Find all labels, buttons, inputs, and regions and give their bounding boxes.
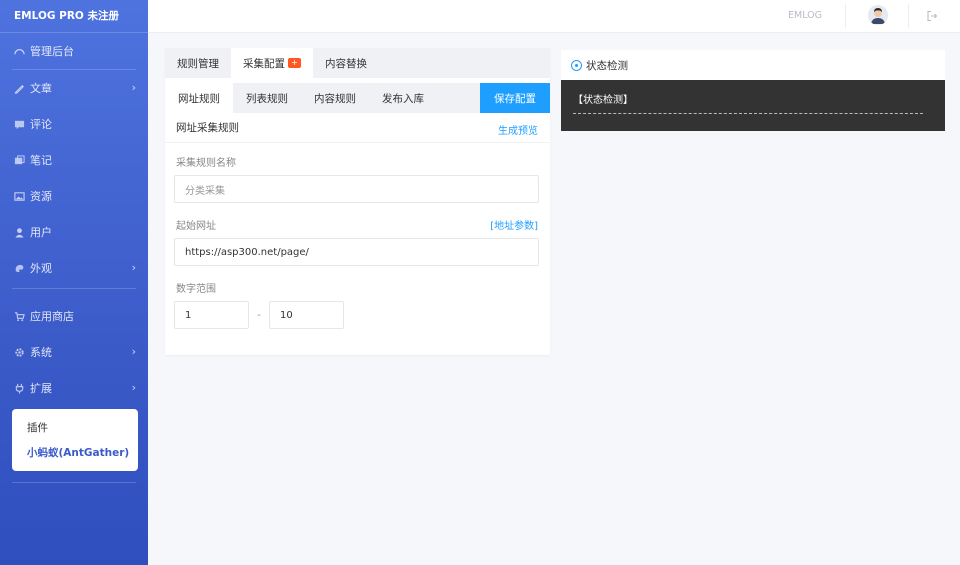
range-from-input[interactable]: 1 xyxy=(174,301,249,329)
sidebar-item-article[interactable]: 文章 › xyxy=(0,70,148,106)
new-badge: + xyxy=(288,58,301,68)
sidebar-item-label: 用户 xyxy=(30,226,52,239)
chevron-right-icon: › xyxy=(131,81,136,94)
sidebar: EMLOG PRO 未注册 管理后台 文章 › 评论 笔记 资源 用户 外观 ›… xyxy=(0,0,148,565)
avatar-icon[interactable] xyxy=(868,5,888,25)
sidebar-item-label: 评论 xyxy=(30,118,52,131)
tab-collect-config[interactable]: 采集配置 + xyxy=(231,48,313,78)
tab-list-rules[interactable]: 列表规则 xyxy=(233,83,301,113)
status-console: 【状态检测】 xyxy=(561,80,945,131)
sidebar-item-dashboard[interactable]: 管理后台 xyxy=(0,33,148,69)
url-param-link[interactable]: [地址参数] xyxy=(490,217,538,232)
cart-icon xyxy=(13,310,25,322)
chevron-right-icon: › xyxy=(131,345,136,358)
sidebar-item-note[interactable]: 笔记 xyxy=(0,142,148,178)
tab-label: 内容规则 xyxy=(314,92,356,105)
number-range-label: 数字范围 xyxy=(165,280,550,295)
card-header: 网址采集规则 生成预览 xyxy=(165,113,550,143)
logout-icon[interactable] xyxy=(926,10,938,22)
tab-content-rules[interactable]: 内容规则 xyxy=(301,83,369,113)
status-console-text: 【状态检测】 xyxy=(573,95,633,106)
sidebar-item-label: 外观 xyxy=(30,262,52,275)
sidebar-item-appearance[interactable]: 外观 › xyxy=(0,250,148,286)
start-url-input[interactable]: https://asp300.net/page/ xyxy=(174,238,539,266)
sidebar-item-store[interactable]: 应用商店 xyxy=(0,298,148,334)
gear-icon xyxy=(13,346,25,358)
dashboard-icon xyxy=(13,45,25,57)
number-range-row: 1 - 10 xyxy=(174,301,550,329)
console-divider xyxy=(573,113,923,114)
label-text: 采集规则名称 xyxy=(176,158,236,169)
sidebar-item-label: 系统 xyxy=(30,346,52,359)
sidebar-item-label: 资源 xyxy=(30,190,52,203)
palette-icon xyxy=(13,262,25,274)
card-title: 网址采集规则 xyxy=(176,122,239,134)
plug-icon xyxy=(13,382,25,394)
label-text: 数字范围 xyxy=(176,284,216,295)
sidebar-item-label: 文章 xyxy=(30,82,52,95)
generate-preview-link[interactable]: 生成预览 xyxy=(498,122,538,137)
tab-rule-management[interactable]: 规则管理 xyxy=(165,48,231,78)
range-separator: - xyxy=(257,309,261,321)
rule-name-input[interactable]: 分类采集 xyxy=(174,175,539,203)
sidebar-item-extension[interactable]: 扩展 › xyxy=(0,370,148,406)
sidebar-item-label: 应用商店 xyxy=(30,310,74,323)
chevron-right-icon: › xyxy=(131,261,136,274)
sidebar-divider xyxy=(12,288,136,289)
chevron-right-icon: › xyxy=(131,381,136,394)
topbar: EMLOG xyxy=(148,0,960,33)
submenu-item-plugins[interactable]: 插件 xyxy=(27,419,138,445)
tab-label: 规则管理 xyxy=(177,57,219,70)
tab-label: 网址规则 xyxy=(178,92,220,105)
start-url-label: 起始网址 [地址参数] xyxy=(165,217,550,232)
sidebar-item-label: 管理后台 xyxy=(30,45,74,58)
status-panel: 状态检测 【状态检测】 xyxy=(561,50,945,131)
topbar-divider xyxy=(845,4,846,28)
sidebar-item-label: 笔记 xyxy=(30,154,52,167)
tab-label: 发布入库 xyxy=(382,92,424,105)
sidebar-item-comment[interactable]: 评论 xyxy=(0,106,148,142)
target-icon xyxy=(571,59,582,71)
submenu-item-antgather[interactable]: 小蚂蚁(AntGather) xyxy=(27,445,138,460)
extension-submenu: 插件 小蚂蚁(AntGather) xyxy=(12,409,138,471)
pen-icon xyxy=(13,82,25,94)
tab-publish[interactable]: 发布入库 xyxy=(369,83,437,113)
topbar-divider xyxy=(908,4,909,28)
note-icon xyxy=(13,154,25,166)
range-to-input[interactable]: 10 xyxy=(269,301,344,329)
tab-label: 列表规则 xyxy=(246,92,288,105)
sidebar-item-label: 扩展 xyxy=(30,382,52,395)
sidebar-item-system[interactable]: 系统 › xyxy=(0,334,148,370)
status-header: 状态检测 xyxy=(561,50,945,80)
emlog-link[interactable]: EMLOG xyxy=(788,10,822,21)
config-panel: 规则管理 采集配置 + 内容替换 网址规则 列表规则 内容规则 发布入库 保存配置… xyxy=(165,48,550,355)
image-icon xyxy=(13,190,25,202)
main-tabs: 规则管理 采集配置 + 内容替换 xyxy=(165,48,550,78)
rule-name-label: 采集规则名称 xyxy=(165,154,550,169)
tab-label: 内容替换 xyxy=(325,57,367,70)
sidebar-item-user[interactable]: 用户 xyxy=(0,214,148,250)
status-title: 状态检测 xyxy=(586,59,628,72)
sidebar-item-resource[interactable]: 资源 xyxy=(0,178,148,214)
tab-url-rules[interactable]: 网址规则 xyxy=(165,83,233,113)
user-icon xyxy=(13,226,25,238)
label-text: 起始网址 xyxy=(176,221,216,232)
tab-content-replace[interactable]: 内容替换 xyxy=(313,48,379,78)
sidebar-divider xyxy=(12,482,136,483)
save-config-button[interactable]: 保存配置 xyxy=(480,83,550,113)
sub-tabs: 网址规则 列表规则 内容规则 发布入库 保存配置 xyxy=(165,83,550,113)
comment-icon xyxy=(13,118,25,130)
brand-title[interactable]: EMLOG PRO 未注册 xyxy=(0,0,148,33)
tab-label: 采集配置 xyxy=(243,57,285,70)
